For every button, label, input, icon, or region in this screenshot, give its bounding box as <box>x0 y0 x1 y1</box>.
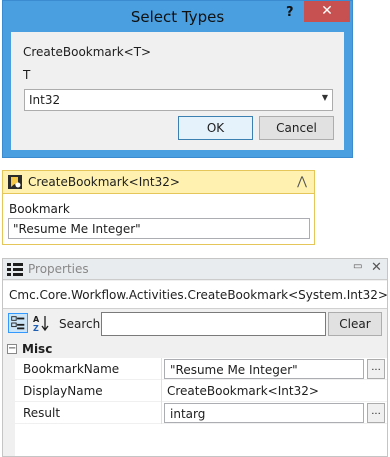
alphabetical-sort-icon[interactable]: A Z <box>31 313 51 333</box>
svg-text:Z: Z <box>33 324 39 333</box>
grid-gutter <box>3 358 15 456</box>
create-bookmark-activity[interactable]: CreateBookmark<Int32> ⋀ Bookmark "Resume… <box>2 170 315 245</box>
search-label: Search: <box>59 317 105 331</box>
generic-type-label: CreateBookmark<T> <box>23 45 152 59</box>
property-value: intarg <box>170 407 206 421</box>
properties-panel: Properties ▭ ✕ Cmc.Core.Workflow.Activit… <box>2 258 388 457</box>
cancel-button[interactable]: Cancel <box>259 116 334 140</box>
selected-object-type: Cmc.Core.Workflow.Activities.CreateBookm… <box>3 281 388 309</box>
properties-titlebar[interactable]: Properties ▭ ✕ <box>3 259 387 280</box>
chevron-down-icon[interactable]: ▼ <box>322 93 328 102</box>
result-ellipsis-button[interactable]: ... <box>367 403 385 423</box>
svg-text:A: A <box>33 315 40 324</box>
categorized-view-icon[interactable] <box>8 313 28 333</box>
property-row-displayname[interactable]: DisplayName CreateBookmark<Int32> <box>15 380 387 402</box>
search-input[interactable] <box>101 312 326 336</box>
dialog-body: CreateBookmark<T> T Int32 ▼ OK Cancel <box>11 32 344 150</box>
pin-icon[interactable]: ▭ <box>353 261 362 272</box>
bookmark-label: Bookmark <box>9 202 70 216</box>
displayname-value[interactable]: CreateBookmark<Int32> <box>167 384 319 398</box>
property-grid: − Misc BookmarkName "Resume Me Integer" … <box>3 340 387 456</box>
clear-button[interactable]: Clear <box>328 312 382 336</box>
property-name: DisplayName <box>23 384 103 398</box>
close-button[interactable]: ✕ <box>304 1 350 22</box>
properties-toolbar: A Z Search: Clear <box>3 310 387 339</box>
ok-button[interactable]: OK <box>178 116 253 140</box>
type-select-value: Int32 <box>29 93 61 107</box>
bookmarkname-value-field[interactable]: "Resume Me Integer" <box>164 359 364 379</box>
object-type-name: Cmc.Core.Workflow.Activities.CreateBookm… <box>9 288 388 302</box>
collapse-icon[interactable]: ⋀ <box>297 174 307 188</box>
type-select[interactable]: Int32 ▼ <box>24 89 333 111</box>
column-divider[interactable] <box>161 358 162 380</box>
properties-icon <box>7 263 23 276</box>
property-value: "Resume Me Integer" <box>170 363 298 377</box>
type-parameter-label: T <box>23 68 31 82</box>
dialog-title: Select Types <box>130 8 225 26</box>
column-divider[interactable] <box>161 380 162 402</box>
dialog-titlebar[interactable]: Select Types ? ✕ <box>3 1 352 32</box>
result-value-field[interactable]: intarg <box>164 403 364 423</box>
property-row-result[interactable]: Result intarg ... <box>15 402 387 424</box>
activity-header[interactable]: CreateBookmark<Int32> ⋀ <box>3 171 314 194</box>
close-icon[interactable]: ✕ <box>371 260 382 275</box>
column-divider[interactable] <box>161 402 162 424</box>
activity-icon <box>8 175 22 189</box>
select-types-dialog: Select Types ? ✕ CreateBookmark<T> T Int… <box>2 0 353 158</box>
property-row-bookmarkname[interactable]: BookmarkName "Resume Me Integer" ... <box>15 358 387 380</box>
help-icon[interactable]: ? <box>286 5 298 21</box>
collapse-category-icon[interactable]: − <box>7 344 17 354</box>
bookmarkname-ellipsis-button[interactable]: ... <box>367 359 385 379</box>
category-misc[interactable]: − Misc <box>3 340 387 358</box>
property-name: BookmarkName <box>23 362 120 376</box>
bookmark-input[interactable]: "Resume Me Integer" <box>8 218 310 239</box>
activity-title: CreateBookmark<Int32> <box>28 175 180 189</box>
category-label: Misc <box>22 342 53 356</box>
property-name: Result <box>23 406 61 420</box>
properties-title: Properties <box>28 262 89 276</box>
bookmark-value: "Resume Me Integer" <box>13 222 141 236</box>
